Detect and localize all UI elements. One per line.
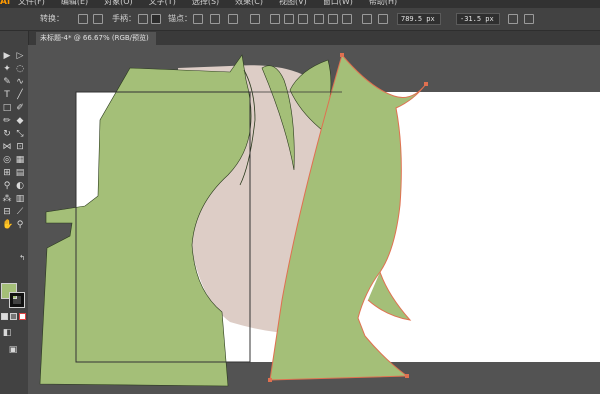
menu-window[interactable]: 窗口(W) xyxy=(323,0,353,8)
align-top-icon[interactable] xyxy=(314,14,324,24)
transform-icon[interactable] xyxy=(362,14,372,24)
slice-tool-icon[interactable]: ⟋ xyxy=(15,207,25,217)
none-mode-icon[interactable] xyxy=(19,313,26,320)
swap-fill-stroke-icon[interactable]: ↰ xyxy=(17,253,27,263)
cut-path-icon[interactable] xyxy=(228,14,238,24)
drawing-mode-icon[interactable]: ◧ xyxy=(2,328,12,338)
pen-tool-icon[interactable]: ✎ xyxy=(2,77,12,87)
hand-tool-icon[interactable]: ✋ xyxy=(2,220,13,230)
canvas[interactable] xyxy=(28,45,600,394)
menu-list: 文件(F) 编辑(E) 对象(O) 文字(T) 选择(S) 效果(C) 视图(V… xyxy=(18,0,397,8)
anchor-point-right[interactable] xyxy=(424,82,428,86)
y-coordinate-field[interactable]: -31.5 px xyxy=(456,13,500,25)
rotate-tool-icon[interactable]: ↻ xyxy=(2,129,12,139)
handle-label: 手柄： xyxy=(112,14,136,23)
link-icon[interactable] xyxy=(508,14,518,24)
width-tool-icon[interactable]: ⋈ xyxy=(2,142,12,152)
tools-panel: ▶ ▷ ✦ ◌ ✎ ∿ T ╱ □ ✐ ✏ ◆ ↻ ⤡ ⋈ ⊡ ◎ ▦ ⊞ ▤ … xyxy=(0,31,29,394)
gradient-mode-icon[interactable] xyxy=(10,313,17,320)
magic-wand-tool-icon[interactable]: ✦ xyxy=(2,64,12,74)
anchor-point-top[interactable] xyxy=(340,53,344,57)
app-logo: Ai xyxy=(0,0,11,7)
menu-select[interactable]: 选择(S) xyxy=(192,0,219,8)
x-coordinate-field[interactable]: 789.5 px xyxy=(397,13,441,25)
zoom-tool-icon[interactable]: ⚲ xyxy=(15,220,25,230)
menu-help[interactable]: 帮助(H) xyxy=(369,0,397,8)
menu-view[interactable]: 视图(V) xyxy=(279,0,307,8)
shape-builder-tool-icon[interactable]: ◎ xyxy=(2,155,12,165)
reference-point-icon[interactable] xyxy=(378,14,388,24)
align-middle-icon[interactable] xyxy=(328,14,338,24)
document-tab[interactable]: 未标题-4* @ 66.67% (RGB/预览) xyxy=(36,32,156,45)
align-center-icon[interactable] xyxy=(284,14,294,24)
rectangle-tool-icon[interactable]: □ xyxy=(2,103,12,113)
paintbrush-tool-icon[interactable]: ✐ xyxy=(15,103,25,113)
menu-object[interactable]: 对象(O) xyxy=(104,0,133,8)
shaper-tool-icon[interactable]: ✏ xyxy=(2,116,12,126)
perspective-grid-tool-icon[interactable]: ▦ xyxy=(15,155,25,165)
selection-tool-icon[interactable]: ▶ xyxy=(2,51,12,61)
curvature-tool-icon[interactable]: ∿ xyxy=(15,77,25,87)
eyedropper-tool-icon[interactable]: ⚲ xyxy=(2,181,12,191)
anchor-point-bottom-right[interactable] xyxy=(405,374,409,378)
convert-corner-icon[interactable] xyxy=(93,14,103,24)
show-handles-icon[interactable] xyxy=(138,14,148,24)
align-left-icon[interactable] xyxy=(270,14,280,24)
direct-selection-tool-icon[interactable]: ▷ xyxy=(15,51,25,61)
line-tool-icon[interactable]: ╱ xyxy=(15,90,25,100)
remove-anchor-icon[interactable] xyxy=(193,14,203,24)
document-tab-bar: 未标题-4* @ 66.67% (RGB/预览) xyxy=(28,31,600,45)
anchor-point-bottom-left[interactable] xyxy=(268,378,272,382)
symbol-sprayer-tool-icon[interactable]: ⁂ xyxy=(2,194,12,204)
artwork xyxy=(39,53,600,387)
isolate-icon[interactable] xyxy=(250,14,260,24)
hide-handles-icon[interactable] xyxy=(151,14,161,24)
anchor-label: 锚点： xyxy=(168,14,192,23)
connect-anchor-icon[interactable] xyxy=(210,14,220,24)
lasso-tool-icon[interactable]: ◌ xyxy=(15,64,25,74)
convert-smooth-icon[interactable] xyxy=(78,14,88,24)
column-graph-tool-icon[interactable]: ▥ xyxy=(15,194,25,204)
document-tab-title: 未标题-4* @ 66.67% (RGB/预览) xyxy=(40,34,149,42)
artboard-tool-icon[interactable]: ⊟ xyxy=(2,207,12,217)
scale-tool-icon[interactable]: ⤡ xyxy=(15,129,25,139)
align-right-icon[interactable] xyxy=(298,14,308,24)
menu-file[interactable]: 文件(F) xyxy=(18,0,45,8)
panel-menu-icon[interactable] xyxy=(524,14,534,24)
align-bottom-icon[interactable] xyxy=(342,14,352,24)
screen-mode-icon[interactable]: ▣ xyxy=(8,345,18,355)
menu-effect[interactable]: 效果(C) xyxy=(235,0,263,8)
convert-label: 转换： xyxy=(40,14,64,23)
mesh-tool-icon[interactable]: ⊞ xyxy=(2,168,12,178)
control-bar: 转换： 手柄： 锚点： 789.5 px -31.5 px xyxy=(0,8,600,31)
menu-bar: Ai 文件(F) 编辑(E) 对象(O) 文字(T) 选择(S) 效果(C) 视… xyxy=(0,0,600,8)
gradient-tool-icon[interactable]: ▤ xyxy=(15,168,25,178)
menu-edit[interactable]: 编辑(E) xyxy=(61,0,88,8)
color-mode-icon[interactable] xyxy=(1,313,8,320)
type-tool-icon[interactable]: T xyxy=(2,90,12,100)
blend-tool-icon[interactable]: ◐ xyxy=(15,181,25,191)
free-transform-tool-icon[interactable]: ⊡ xyxy=(15,142,25,152)
stroke-color-swatch[interactable] xyxy=(9,292,25,308)
eraser-tool-icon[interactable]: ◆ xyxy=(15,116,25,126)
menu-type[interactable]: 文字(T) xyxy=(149,0,176,8)
